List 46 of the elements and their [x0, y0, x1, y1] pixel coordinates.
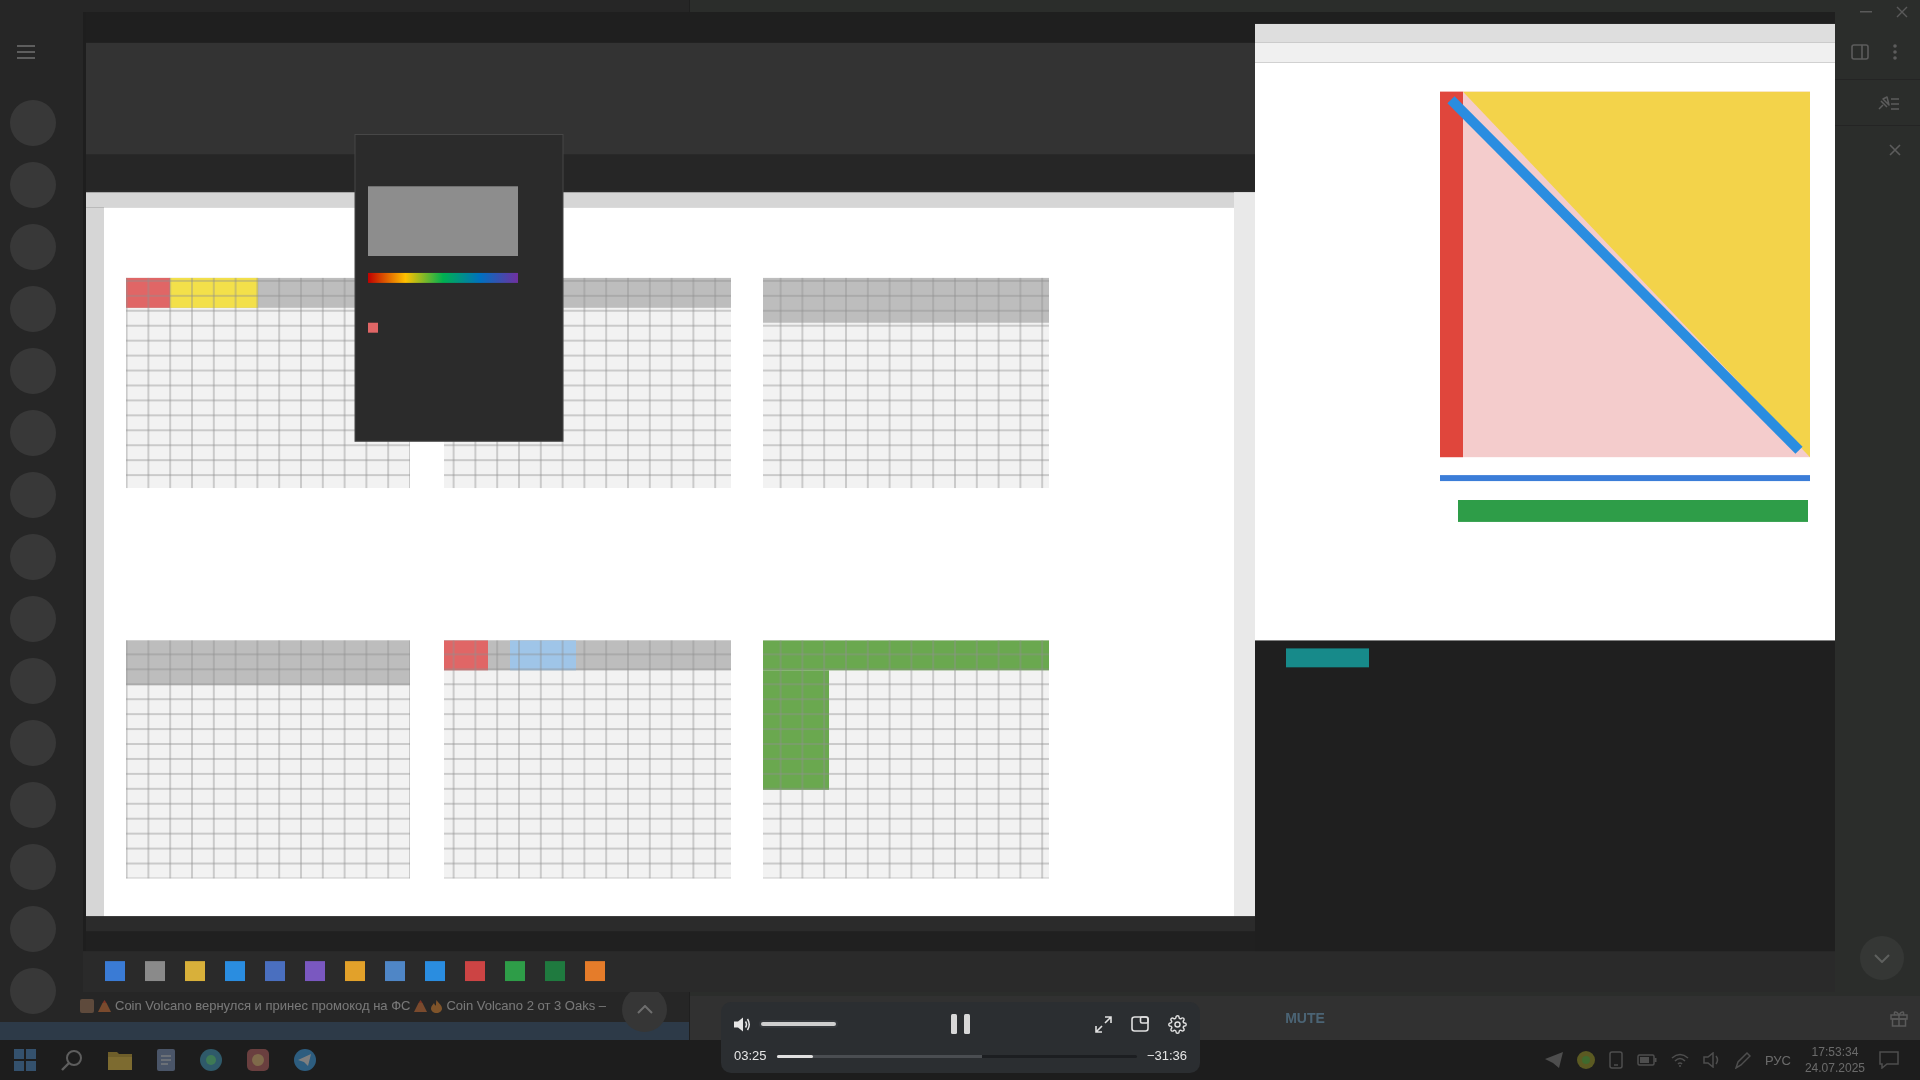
- clock-date: 24.07.2025: [1804, 1060, 1865, 1076]
- mute-button[interactable]: MUTE: [1277, 1006, 1333, 1030]
- search-icon[interactable]: [61, 1049, 83, 1071]
- speaker-icon[interactable]: [1702, 1052, 1721, 1068]
- message-preview: Coin Volcano вернулся и принес промокод на ФС: [115, 997, 411, 1015]
- paper-plane-icon[interactable]: [1544, 1052, 1563, 1068]
- close-icon[interactable]: [1889, 144, 1901, 156]
- browser-icon[interactable]: [200, 1049, 222, 1071]
- document-icon[interactable]: [157, 1049, 175, 1071]
- pause-icon: [951, 1014, 970, 1034]
- current-time: 03:25: [734, 1048, 767, 1064]
- pause-button[interactable]: [951, 1014, 970, 1034]
- gift-icon[interactable]: [1890, 1009, 1908, 1027]
- language-indicator[interactable]: РУС: [1764, 1052, 1791, 1068]
- menu-icon[interactable]: [17, 45, 35, 59]
- volume-icon[interactable]: [734, 1016, 751, 1032]
- folder-icon[interactable]: [108, 1050, 132, 1070]
- notification-icon[interactable]: [1879, 1051, 1899, 1069]
- volcano-icon: [414, 1000, 428, 1012]
- settings-icon[interactable]: [1168, 1014, 1187, 1034]
- more-icon[interactable]: [1893, 43, 1897, 60]
- sidebar-icon[interactable]: [1851, 43, 1869, 60]
- message-preview: Coin Volcano 2 от 3 Oaks –: [446, 997, 607, 1015]
- progress-bar[interactable]: [776, 1054, 1137, 1058]
- volcano-icon: [98, 1000, 111, 1012]
- start-icon[interactable]: [14, 1049, 36, 1071]
- paper-plane-icon[interactable]: [294, 1049, 316, 1071]
- phone-icon[interactable]: [1608, 1051, 1623, 1069]
- photo-placeholder: [80, 999, 94, 1013]
- flame-icon: [431, 999, 443, 1013]
- pin-icon[interactable]: [1877, 94, 1899, 111]
- remaining-time: −31:36: [1146, 1048, 1187, 1064]
- fullscreen-icon[interactable]: [1095, 1015, 1112, 1033]
- pen-icon[interactable]: [1734, 1051, 1751, 1069]
- mini-player-icon[interactable]: [1131, 1016, 1149, 1032]
- battery-icon[interactable]: [1636, 1054, 1657, 1066]
- app-icon[interactable]: [247, 1049, 269, 1071]
- chevron-up-icon: [636, 1005, 653, 1014]
- app-icon[interactable]: [1576, 1051, 1595, 1069]
- clock[interactable]: 17:53:34 24.07.2025: [1804, 1044, 1865, 1076]
- wifi-icon[interactable]: [1670, 1053, 1689, 1067]
- minimize-icon[interactable]: [1860, 11, 1872, 13]
- close-icon[interactable]: [1896, 6, 1908, 18]
- scroll-down-button[interactable]: [1860, 936, 1904, 980]
- clock-time: 17:53:34: [1811, 1044, 1859, 1060]
- chevron-down-icon: [1874, 953, 1890, 963]
